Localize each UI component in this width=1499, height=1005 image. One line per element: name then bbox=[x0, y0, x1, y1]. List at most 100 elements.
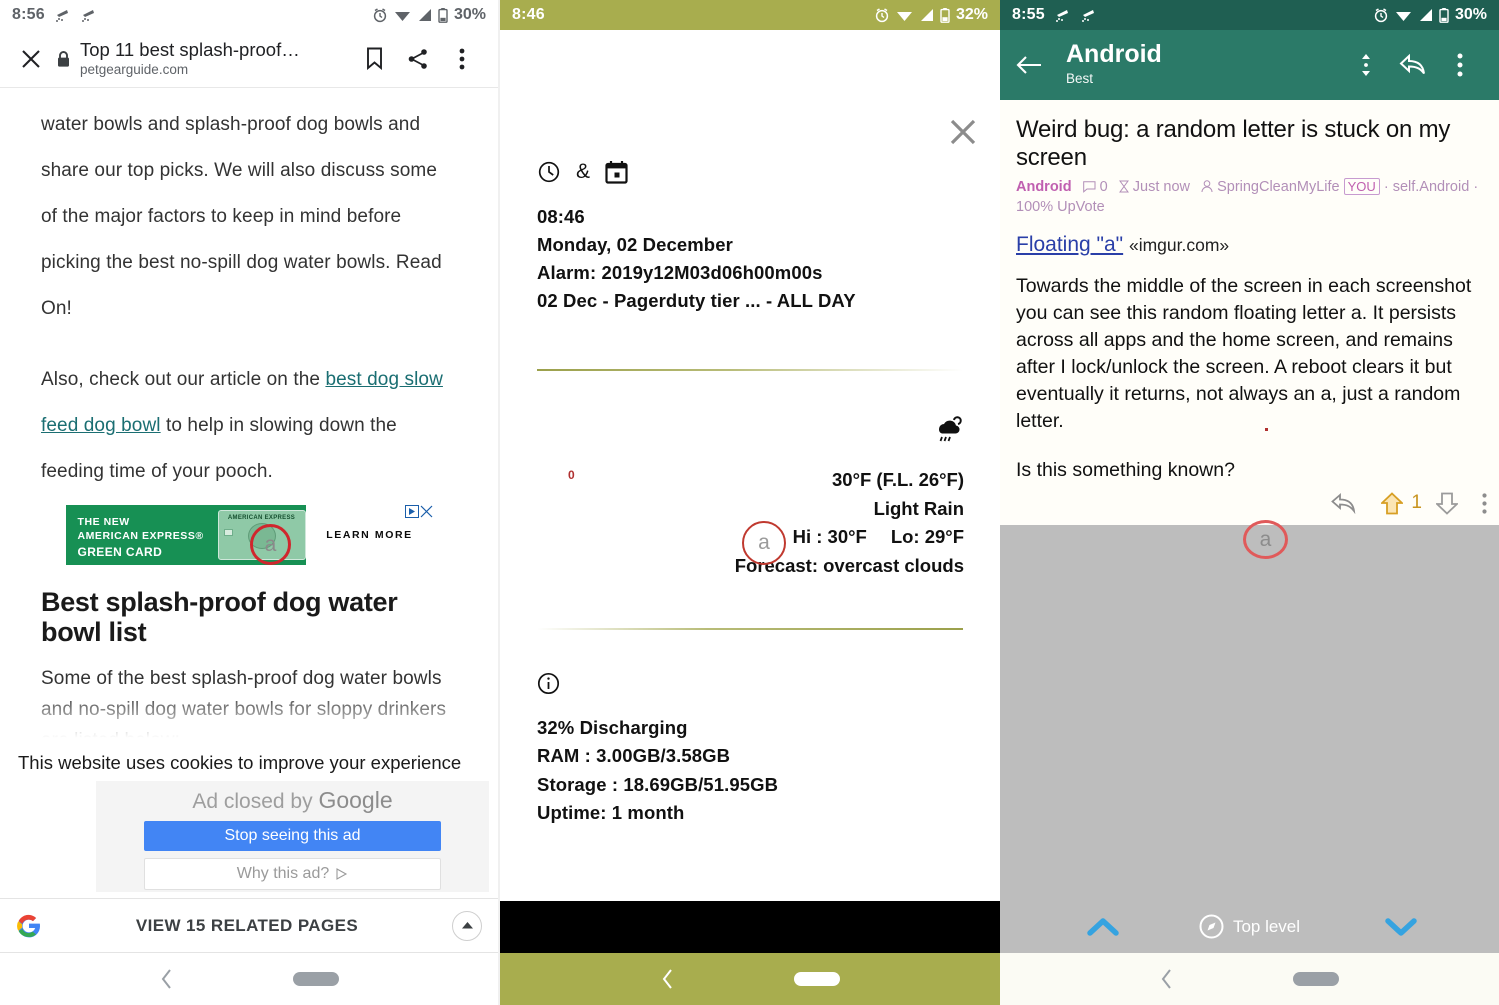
clock-calendar-lines: 08:46 Monday, 02 December Alarm: 2019y12… bbox=[537, 203, 964, 315]
you-badge: YOU bbox=[1343, 178, 1380, 196]
why-this-ad-button[interactable]: Why this ad? bbox=[144, 858, 441, 890]
lock-icon bbox=[48, 50, 78, 68]
alarm-icon bbox=[372, 7, 388, 23]
alarm-icon bbox=[874, 7, 890, 23]
nav-back-button[interactable] bbox=[661, 968, 674, 990]
upvote-icon[interactable] bbox=[1381, 491, 1404, 515]
related-pages-label: VIEW 15 RELATED PAGES bbox=[135, 915, 359, 935]
post-subreddit[interactable]: Android bbox=[1016, 179, 1072, 195]
nav-up-chevron-icon[interactable] bbox=[1087, 917, 1119, 937]
floating-letter-marker: a bbox=[742, 521, 786, 565]
post-time: Just now bbox=[1132, 179, 1191, 196]
meta-dot: · bbox=[1383, 179, 1389, 196]
close-button[interactable] bbox=[14, 47, 48, 71]
signal-icon bbox=[417, 8, 432, 22]
webpage-content[interactable]: water bowls and splash-proof dog bowls a… bbox=[0, 88, 498, 751]
adchoices-icon[interactable] bbox=[404, 504, 419, 518]
android-nav-bar-2 bbox=[500, 953, 1000, 1005]
nav-home-pill[interactable] bbox=[292, 972, 339, 986]
google-wordmark: Google bbox=[318, 787, 393, 813]
nav-back-button[interactable] bbox=[160, 968, 173, 990]
panel-system-overlay: 8:46 32% & 08:46 Monday, 02 December Ala… bbox=[500, 0, 1000, 1005]
page-title: Top 11 best splash-proof… bbox=[80, 38, 300, 60]
wifi-icon bbox=[1395, 8, 1412, 22]
status-time: 8:55 bbox=[1012, 6, 1045, 23]
sort-subtitle: Best bbox=[1066, 70, 1094, 86]
info-icon bbox=[537, 672, 560, 695]
overflow-menu-button[interactable] bbox=[440, 48, 484, 70]
status-bar-3: 8:55 30% bbox=[1000, 0, 1499, 30]
weather-marker-zero: 0 bbox=[568, 468, 575, 482]
nav-down-chevron-icon[interactable] bbox=[1385, 917, 1417, 937]
post-body-paragraph-1: Towards the middle of the screen in each… bbox=[1016, 275, 1472, 432]
overflow-menu-button[interactable] bbox=[1436, 53, 1483, 77]
article-paragraph-1: water bowls and splash-proof dog bowls a… bbox=[41, 114, 442, 319]
weather-condition: Light Rain bbox=[873, 497, 964, 519]
post-author[interactable]: SpringCleanMyLife bbox=[1217, 179, 1340, 195]
article-paragraph-2: Also, check out our article on the best … bbox=[41, 357, 458, 495]
status-bar-2: 8:46 32% bbox=[500, 0, 1000, 30]
reply-button[interactable] bbox=[1389, 53, 1436, 77]
battery-icon bbox=[940, 7, 950, 23]
post-overflow-menu-icon[interactable] bbox=[1482, 493, 1487, 514]
content-fade bbox=[0, 691, 498, 751]
para2-pre: Also, check out our article on the bbox=[41, 368, 326, 390]
compass-icon bbox=[1199, 914, 1224, 939]
post-title: Weird bug: a random letter is stuck on m… bbox=[1016, 116, 1451, 172]
sort-button[interactable] bbox=[1342, 52, 1389, 78]
adchoices-small-icon bbox=[336, 868, 348, 880]
back-button[interactable] bbox=[1016, 55, 1062, 75]
wifi-icon bbox=[394, 8, 411, 22]
meta-dot-2: · bbox=[1473, 179, 1479, 196]
comment-count: 0 bbox=[1099, 179, 1108, 196]
downvote-icon[interactable] bbox=[1436, 492, 1458, 515]
calendar-event: 02 Dec - Pagerduty tier ... - ALL DAY bbox=[537, 290, 856, 312]
weather-hi: Hi : 30°F bbox=[792, 526, 867, 548]
post-container: Weird bug: a random letter is stuck on m… bbox=[1000, 100, 1499, 484]
system-info-lines: 32% Discharging RAM : 3.00GB/3.58GB Stor… bbox=[537, 714, 964, 826]
clock-calendar-icons: & bbox=[537, 160, 964, 184]
status-time: 8:46 bbox=[512, 6, 545, 23]
reddit-app-bar: Android Best bbox=[1000, 30, 1499, 100]
google-related-pages-bar[interactable]: VIEW 15 RELATED PAGES bbox=[0, 898, 498, 953]
cloud-rain-icon bbox=[80, 8, 97, 23]
post-link-host: «imgur.com» bbox=[1128, 235, 1230, 256]
reply-icon[interactable] bbox=[1330, 492, 1357, 515]
upvote-ratio: 100% UpVote bbox=[1016, 198, 1105, 215]
weather-temp: 30°F (F.L. 26°F) bbox=[832, 469, 964, 491]
post-link[interactable]: Floating "a" bbox=[1016, 233, 1123, 256]
nav-back-button[interactable] bbox=[1160, 968, 1173, 990]
google-logo-icon bbox=[16, 913, 42, 939]
signal-icon bbox=[919, 8, 934, 22]
cloud-rain-icon bbox=[1054, 8, 1071, 23]
subreddit-title: Android bbox=[1066, 40, 1162, 69]
bookmark-button[interactable] bbox=[352, 47, 396, 70]
icon-separator: & bbox=[576, 160, 591, 183]
ad-banner[interactable]: THE NEW AMERICAN EXPRESS® GREEN CARD AME… bbox=[41, 504, 458, 565]
overlay-close-button[interactable] bbox=[949, 118, 977, 146]
share-button[interactable] bbox=[396, 48, 440, 70]
current-time: 08:46 bbox=[537, 206, 585, 227]
status-time: 8:56 bbox=[12, 6, 45, 23]
alarm-line: Alarm: 2019y12M03d06h00m00s bbox=[537, 262, 823, 284]
url-titles[interactable]: Top 11 best splash-proof… petgearguide.c… bbox=[78, 39, 352, 79]
panel-browser: 8:56 30% Top 11 best splash-proof… petge… bbox=[0, 0, 500, 1005]
comment-icon bbox=[1082, 181, 1096, 194]
weather-lo: Lo: 29°F bbox=[890, 526, 964, 548]
nav-home-pill[interactable] bbox=[1293, 972, 1339, 986]
post-action-bar: 1 bbox=[1000, 483, 1499, 525]
ad-close-icon[interactable] bbox=[420, 505, 433, 518]
nav-home-pill[interactable] bbox=[793, 972, 840, 986]
page-host: petgearguide.com bbox=[80, 61, 189, 77]
system-info-section: 32% Discharging RAM : 3.00GB/3.58GB Stor… bbox=[500, 630, 1000, 826]
ad-closed-panel: Ad closed by Google Stop seeing this ad … bbox=[96, 777, 489, 892]
comments-empty-area bbox=[1000, 524, 1499, 905]
vote-count: 1 bbox=[1411, 492, 1422, 514]
post-body-paragraph-2: Is this something known? bbox=[1016, 458, 1235, 481]
top-level-label: Top level bbox=[1232, 916, 1301, 936]
panel-reddit-post: 8:55 30% Android Best Weird bug: a rando… bbox=[1000, 0, 1499, 1005]
top-level-indicator[interactable]: Top level bbox=[1199, 914, 1300, 939]
ad-line-3: GREEN CARD bbox=[77, 544, 163, 559]
expand-up-button[interactable] bbox=[452, 910, 482, 941]
stop-seeing-ad-button[interactable]: Stop seeing this ad bbox=[144, 821, 441, 851]
